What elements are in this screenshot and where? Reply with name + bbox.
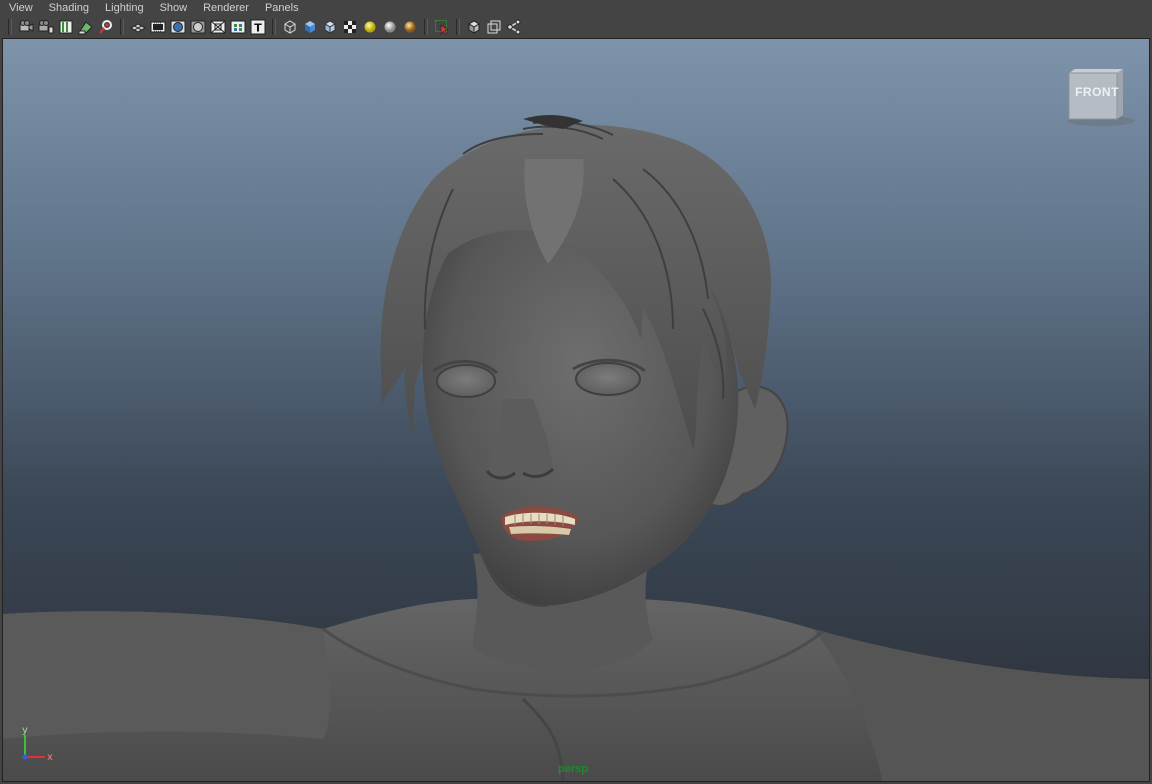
viewcube-face-label: FRONT — [1075, 85, 1119, 99]
menu-show[interactable]: Show — [152, 0, 196, 16]
toolbar-separator — [120, 19, 124, 35]
use-all-lights-icon[interactable] — [362, 19, 378, 35]
camera-name-label: persp — [558, 763, 588, 775]
menu-shading[interactable]: Shading — [41, 0, 97, 16]
select-camera-icon[interactable] — [18, 19, 34, 35]
maya-panel: View Shading Lighting Show Renderer Pane… — [0, 0, 1152, 784]
menu-view[interactable]: View — [0, 0, 41, 16]
toolbar-separator — [456, 19, 460, 35]
perspective-viewport[interactable]: FRONT y x persp — [2, 38, 1150, 782]
shadows-icon[interactable] — [382, 19, 398, 35]
gate-mask-icon[interactable] — [190, 19, 206, 35]
axis-x-label: x — [47, 752, 53, 763]
2d-pan-zoom-icon[interactable] — [98, 19, 114, 35]
isolate-select-icon[interactable] — [434, 19, 450, 35]
high-quality-icon[interactable] — [402, 19, 418, 35]
svg-text:T: T — [254, 22, 262, 35]
panel-toolbar: T — [0, 16, 1152, 38]
image-plane-icon[interactable] — [78, 19, 94, 35]
toolbar-separator — [272, 19, 276, 35]
textured-icon[interactable] — [342, 19, 358, 35]
wireframe-icon[interactable] — [282, 19, 298, 35]
menu-renderer[interactable]: Renderer — [195, 0, 257, 16]
menu-lighting[interactable]: Lighting — [97, 0, 152, 16]
toolbar-separator — [8, 19, 12, 35]
character-model — [3, 115, 1149, 781]
bookmarks-icon[interactable] — [58, 19, 74, 35]
resolution-gate-icon[interactable] — [170, 19, 186, 35]
safe-action-icon[interactable] — [230, 19, 246, 35]
safe-title-icon[interactable]: T — [250, 19, 266, 35]
menu-panels[interactable]: Panels — [257, 0, 307, 16]
field-chart-icon[interactable] — [210, 19, 226, 35]
xray-active-icon[interactable] — [486, 19, 502, 35]
viewcube[interactable]: FRONT — [1061, 65, 1135, 129]
axis-y-label: y — [22, 727, 28, 736]
xray-icon[interactable] — [466, 19, 482, 35]
wireframe-on-shaded-icon[interactable] — [322, 19, 338, 35]
camera-attributes-icon[interactable] — [38, 19, 54, 35]
grid-icon[interactable] — [130, 19, 146, 35]
panel-menubar: View Shading Lighting Show Renderer Pane… — [0, 0, 1152, 16]
axis-indicator: y x — [22, 727, 53, 763]
xray-joints-icon[interactable] — [506, 19, 522, 35]
toolbar-separator — [424, 19, 428, 35]
smooth-shade-icon[interactable] — [302, 19, 318, 35]
film-gate-icon[interactable] — [150, 19, 166, 35]
